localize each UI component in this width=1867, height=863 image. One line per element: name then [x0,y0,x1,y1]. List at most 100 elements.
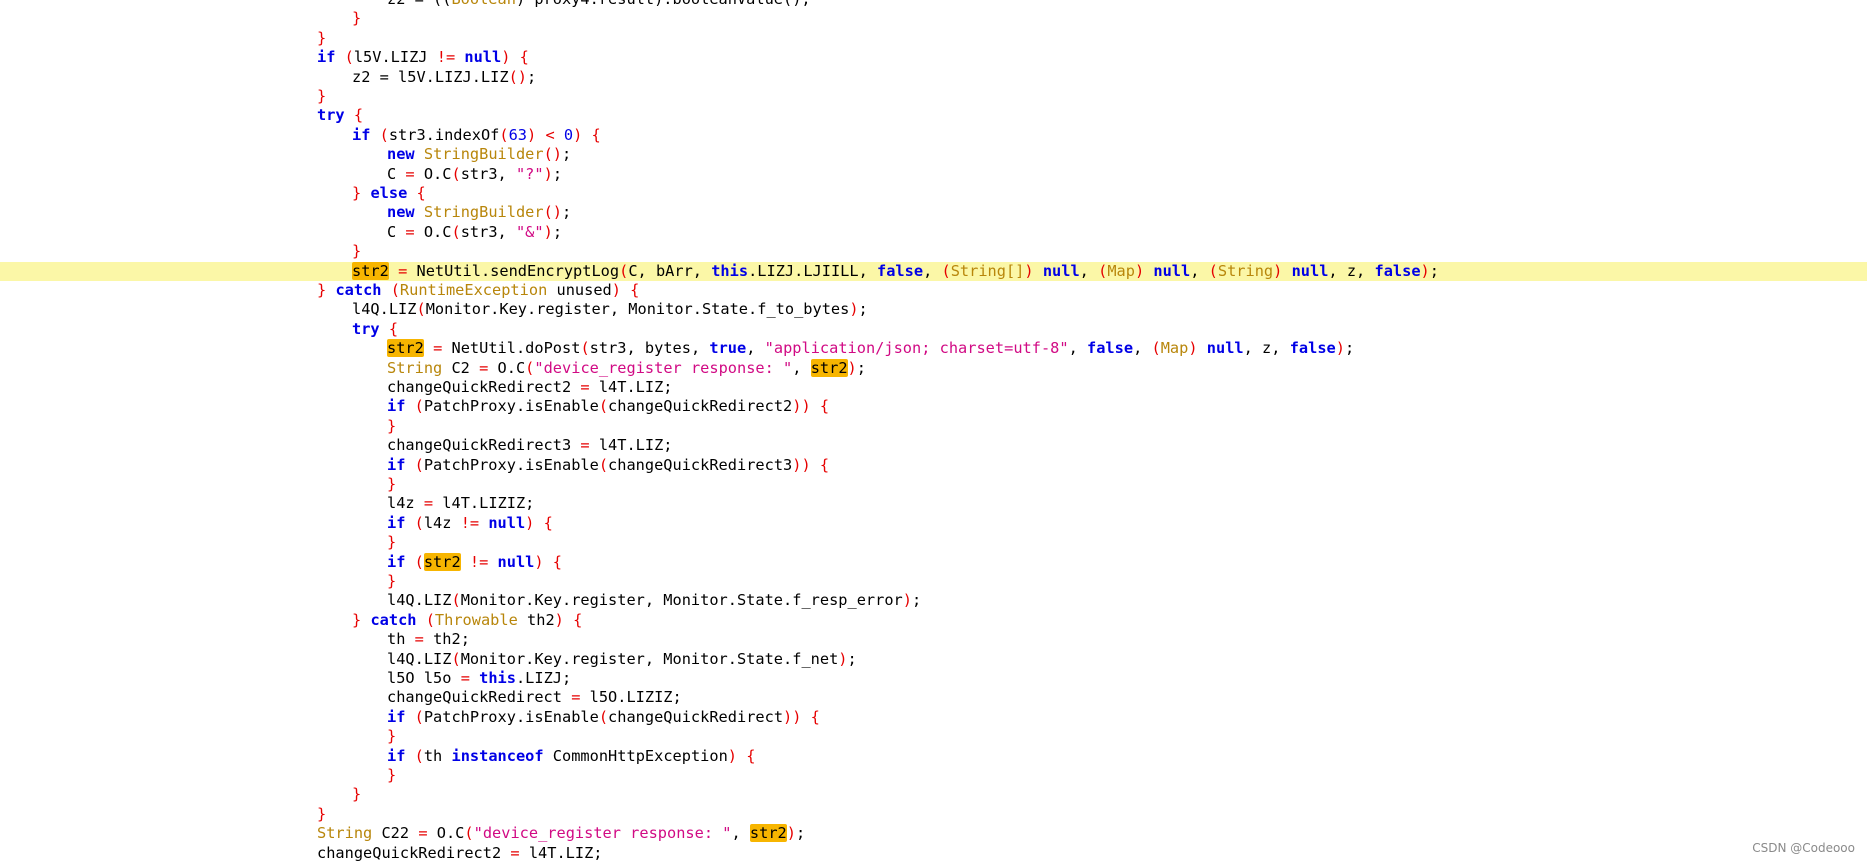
code-line[interactable]: try { [0,106,1867,125]
code-line[interactable]: l5O l5o = this.LIZJ; [0,669,1867,688]
code-line[interactable]: changeQuickRedirect3 = l4T.LIZ; [0,436,1867,455]
code-line[interactable]: if (str3.indexOf(63) < 0) { [0,126,1867,145]
current-line[interactable]: str2 = NetUtil.sendEncryptLog(C, bArr, t… [0,261,1867,281]
code-line[interactable]: String C22 = O.C("device_register respon… [0,824,1867,843]
code-line[interactable]: changeQuickRedirect2 = l4T.LIZ; [0,844,1867,863]
code-line[interactable]: if (PatchProxy.isEnable(changeQuickRedir… [0,397,1867,416]
code-token: () [543,203,563,222]
code-line[interactable]: new StringBuilder(); [0,203,1867,222]
code-line[interactable]: } [0,475,1867,494]
code-line-text: } [352,242,361,261]
code-line[interactable]: } [0,9,1867,28]
code-token: ) { [554,610,583,629]
code-line-text: } [387,533,396,552]
code-line[interactable]: } catch (Throwable th2) { [0,611,1867,630]
code-token: StringBuilder [423,203,544,222]
code-token: ( [405,455,424,474]
code-line-text: str2 = NetUtil.sendEncryptLog(C, bArr, t… [352,261,1439,281]
code-token: changeQuickRedirect2 [387,378,581,396]
code-token: } [352,9,362,28]
code-token: ( [405,552,424,571]
code-line[interactable]: th = th2; [0,630,1867,649]
code-line[interactable]: } [0,785,1867,804]
code-token: ) { [573,125,601,144]
code-line[interactable]: if (PatchProxy.isEnable(changeQuickRedir… [0,456,1867,475]
code-line[interactable]: } [0,766,1867,785]
code-line[interactable]: String C2 = O.C("device_register respons… [0,358,1867,378]
code-token: ) [543,222,553,241]
code-token: changeQuickRedirect [387,688,572,707]
code-line-text: } [352,785,361,804]
code-token: ; [856,358,866,377]
code-token: new [387,145,415,164]
code-line[interactable]: C = O.C(str3, "&"); [0,223,1867,242]
code-line[interactable]: if (l5V.LIZJ != null) { [0,48,1867,67]
code-token: NetUtil.doPost [442,339,581,358]
code-token: = [398,261,408,280]
code-token: .LIZJ.LJIILL, [748,261,877,280]
code-line-text: C = O.C(str3, "?"); [387,165,562,184]
code-token: (); [783,0,811,8]
code-line[interactable]: } catch (RuntimeException unused) { [0,281,1867,300]
code-line[interactable]: if (th instanceof CommonHttpException) { [0,747,1867,766]
code-token: ) { [611,281,640,299]
code-line[interactable]: l4Q.LIZ(Monitor.Key.register, Monitor.St… [0,300,1867,319]
code-line[interactable]: } else { [0,184,1867,203]
code-line[interactable]: changeQuickRedirect = l5O.LIZIZ; [0,688,1867,707]
code-token: = [510,843,520,862]
code-token: = [423,494,434,513]
code-line[interactable]: str2 = NetUtil.doPost(str3, bytes, true,… [0,339,1867,358]
code-token: changeQuickRedirect3 [608,455,793,474]
code-line-text: changeQuickRedirect3 = l4T.LIZ; [387,436,673,455]
code-token: != [460,513,480,532]
code-line[interactable]: l4Q.LIZ(Monitor.Key.register, Monitor.St… [0,591,1867,610]
code-editor[interactable]: z2 = ((Boolean) proxy4.result).booleanVa… [0,0,1867,863]
code-token: = [433,339,443,358]
code-token: if [317,48,336,67]
code-token: try [317,106,345,125]
code-token: null [1206,339,1244,358]
code-token: } [317,28,327,47]
code-token: ( [1208,261,1218,280]
code-line[interactable]: l4z = l4T.LIZIZ; [0,494,1867,513]
code-line[interactable]: } [0,727,1867,746]
code-token: false [1374,261,1421,280]
code-token: { [344,106,364,125]
code-token: try [352,319,380,338]
code-token: C, bArr, [628,261,712,280]
code-line[interactable]: } [0,572,1867,591]
code-line[interactable]: } [0,242,1867,261]
code-line[interactable]: } [0,533,1867,552]
code-token: str3, bytes, [589,339,710,358]
code-token: unused [547,281,612,299]
code-line[interactable]: try { [0,320,1867,339]
code-token: l4Q.LIZ [387,649,452,668]
code-token: ( [405,707,424,726]
code-line[interactable]: } [0,87,1867,106]
code-line[interactable]: } [0,417,1867,436]
code-line[interactable]: } [0,805,1867,824]
code-token: )) [792,455,811,474]
code-token: Monitor.Key.register, Monitor.State.f_to… [425,300,850,319]
code-line[interactable]: if (str2 != null) { [0,552,1867,572]
code-token: ) { [534,552,563,571]
code-line[interactable]: C = O.C(str3, "?"); [0,165,1867,184]
code-line[interactable]: z2 = l5V.LIZJ.LIZ(); [0,68,1867,87]
code-token: NetUtil.sendEncryptLog [407,261,620,280]
code-line[interactable]: } [0,29,1867,48]
code-line-text: if (str3.indexOf(63) < 0) { [352,126,601,145]
code-token: ) [543,164,553,183]
code-line[interactable]: z2 = ((Boolean) proxy4.result).booleanVa… [0,0,1867,9]
code-line[interactable]: changeQuickRedirect2 = l4T.LIZ; [0,378,1867,397]
code-token: changeQuickRedirect2 [317,843,511,862]
code-line[interactable]: new StringBuilder(); [0,145,1867,164]
code-line[interactable]: if (l4z != null) { [0,514,1867,533]
code-line[interactable]: if (PatchProxy.isEnable(changeQuickRedir… [0,708,1867,727]
code-token: { [801,707,820,726]
code-token: str3, [460,164,516,183]
code-line[interactable]: l4Q.LIZ(Monitor.Key.register, Monitor.St… [0,650,1867,669]
